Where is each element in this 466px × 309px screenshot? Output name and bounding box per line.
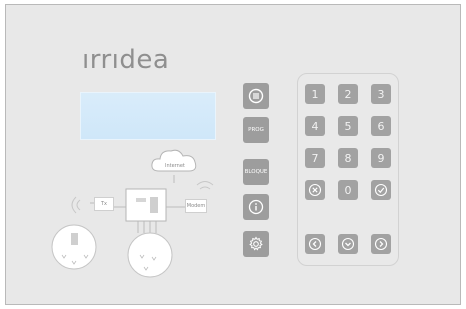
modem-label: Modem: [186, 203, 206, 209]
internet-cloud: [151, 149, 197, 172]
controller-device: [125, 188, 167, 222]
info-icon: [248, 199, 264, 215]
wired-valve-node: [127, 232, 173, 278]
key-7[interactable]: 7: [305, 148, 325, 168]
key-0[interactable]: 0: [338, 180, 358, 200]
network-diagram: [51, 175, 214, 278]
arrow-down-icon: [341, 237, 355, 251]
key-8[interactable]: 8: [338, 148, 358, 168]
modem-box: Modem: [185, 199, 207, 213]
key-6[interactable]: 6: [371, 116, 391, 136]
brand-logo: ırrıdea: [82, 45, 170, 75]
prog-label: PROG: [248, 127, 264, 133]
cancel-icon: [308, 183, 322, 197]
nav-right-key[interactable]: [371, 234, 391, 254]
lcd-display: [80, 92, 216, 140]
key-3[interactable]: 3: [371, 84, 391, 104]
arrow-left-icon: [308, 237, 322, 251]
nav-left-key[interactable]: [305, 234, 325, 254]
key-4[interactable]: 4: [305, 116, 325, 136]
key-9[interactable]: 9: [371, 148, 391, 168]
bloque-button[interactable]: BLOQUE: [243, 159, 269, 185]
settings-button[interactable]: [243, 231, 269, 257]
confirm-key[interactable]: [371, 180, 391, 200]
menu-icon: [248, 88, 264, 104]
key-2[interactable]: 2: [338, 84, 358, 104]
menu-button[interactable]: [243, 83, 269, 109]
nav-down-key[interactable]: [338, 234, 358, 254]
bloque-label: BLOQUE: [244, 169, 268, 175]
cancel-key[interactable]: [305, 180, 325, 200]
key-5[interactable]: 5: [338, 116, 358, 136]
tx-box: Tx: [94, 197, 114, 211]
wifi-wave-icon: [76, 199, 81, 211]
gear-icon: [249, 236, 263, 251]
internet-label: Internet: [165, 163, 185, 169]
info-button[interactable]: [243, 194, 269, 220]
tx-label: Tx: [100, 201, 107, 207]
check-icon: [374, 183, 388, 197]
prog-button[interactable]: PROG: [243, 117, 269, 143]
key-1[interactable]: 1: [305, 84, 325, 104]
wireless-node: [51, 224, 97, 270]
arrow-right-icon: [374, 237, 388, 251]
